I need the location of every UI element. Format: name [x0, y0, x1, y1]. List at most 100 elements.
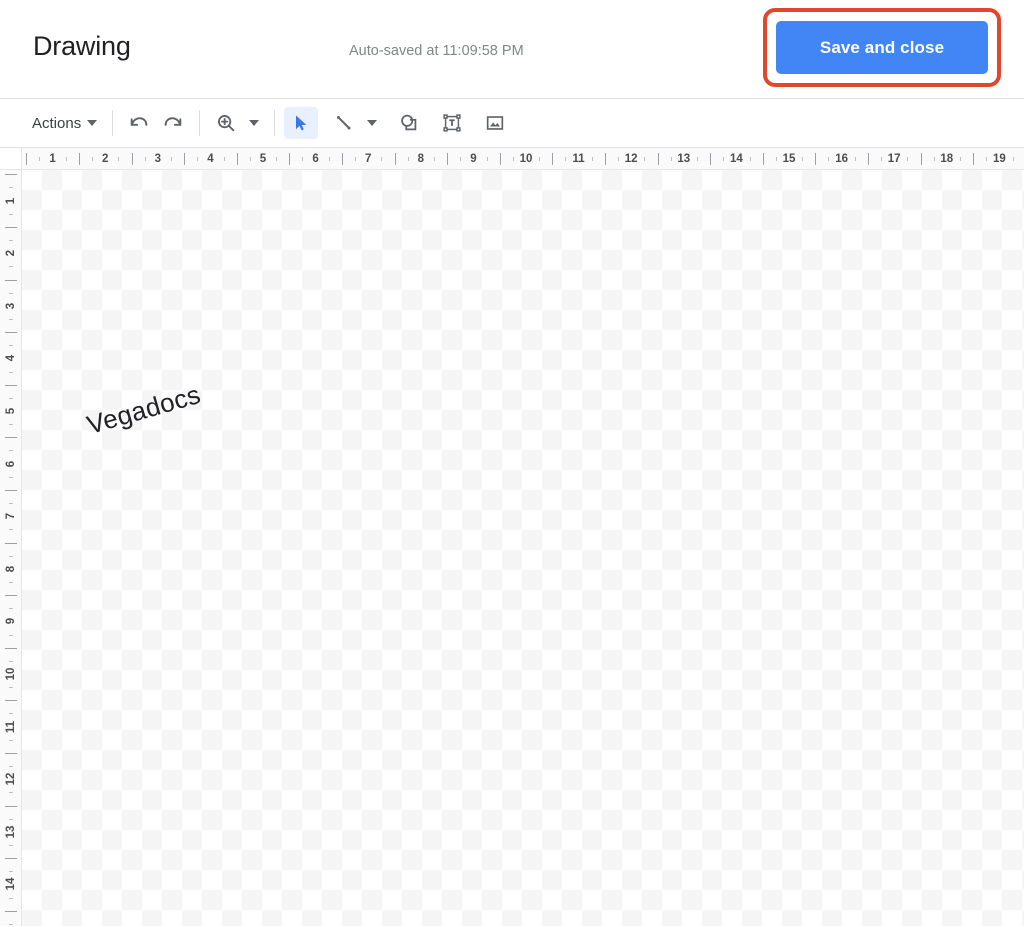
ruler-v-major-tick: [5, 174, 17, 176]
ruler-h-major-tick: [131, 153, 133, 165]
ruler-h-minor-tick: [355, 157, 357, 161]
ruler-h-minor-tick: [276, 157, 278, 161]
ruler-h-minor-tick: [565, 157, 567, 161]
ruler-h-label: 9: [470, 153, 477, 165]
ruler-h-minor-tick: [144, 157, 146, 161]
ruler-v-label: 11: [5, 720, 17, 733]
toolbar-divider: [199, 110, 201, 136]
autosave-status: Auto-saved at 11:09:58 PM: [349, 43, 524, 59]
ruler-h-minor-tick: [959, 157, 961, 161]
ruler-v-minor-tick: [9, 792, 13, 794]
ruler-h-label: 10: [519, 153, 533, 165]
ruler-h-label: 2: [101, 153, 109, 165]
ruler-h-major-tick: [815, 153, 817, 165]
ruler-h-major-tick: [973, 153, 975, 165]
ruler-h-minor-tick: [407, 157, 409, 161]
ruler-v-minor-tick: [9, 844, 13, 846]
shape-tool-button[interactable]: [392, 107, 426, 139]
ruler-h-major-tick: [657, 153, 659, 165]
line-tool-button[interactable]: [327, 107, 361, 139]
ruler-h-major-tick: [920, 153, 922, 165]
ruler-h-major-tick: [236, 153, 238, 165]
ruler-v-minor-tick: [9, 897, 13, 899]
ruler-v-minor-tick: [9, 345, 13, 347]
ruler-v-minor-tick: [9, 424, 13, 426]
ruler-h-label: 1: [49, 153, 56, 165]
ruler-v-minor-tick: [9, 371, 13, 373]
app-header: Drawing Auto-saved at 11:09:58 PM Save a…: [0, 0, 1024, 99]
select-tool-button[interactable]: [284, 107, 319, 139]
redo-button[interactable]: [156, 107, 190, 139]
ruler-h-label: 19: [992, 153, 1006, 165]
horizontal-ruler[interactable]: 1 2 3 4 5 6 7 8 9 10 11 12 13 14 15 16 17 18 19: [22, 148, 1024, 170]
image-icon: [487, 116, 504, 130]
ruler-v-minor-tick: [9, 213, 13, 215]
ruler-v-major-tick: [5, 279, 17, 281]
ruler-h-label: 15: [782, 153, 796, 165]
chevron-down-icon: [249, 120, 260, 126]
ruler-h-label: 12: [624, 153, 638, 165]
ruler-h-minor-tick: [828, 157, 830, 161]
ruler-v-minor-tick: [9, 450, 13, 452]
image-tool-button[interactable]: [478, 107, 512, 139]
ruler-h-major-tick: [289, 153, 291, 165]
chevron-down-icon: [87, 120, 98, 126]
page-title: Drawing: [33, 31, 131, 61]
save-and-close-button[interactable]: Save and close: [776, 21, 988, 74]
ruler-v-minor-tick: [9, 660, 13, 662]
ruler-v-label: 5: [5, 407, 17, 415]
ruler-h-minor-tick: [802, 157, 804, 161]
undo-button[interactable]: [122, 107, 156, 139]
ruler-h-minor-tick: [881, 157, 883, 161]
ruler-v-minor-tick: [9, 871, 13, 873]
vertical-ruler[interactable]: 1 2 3 4 5 6 7 8 9 10 11 12 13 14: [0, 170, 22, 926]
ruler-h-minor-tick: [670, 157, 672, 161]
ruler-h-minor-tick: [328, 157, 330, 161]
actions-menu-label: Actions: [32, 114, 82, 132]
ruler-v-label: 12: [5, 772, 17, 786]
save-and-close-container: Save and close: [776, 21, 988, 74]
ruler-v-major-tick: [5, 595, 17, 597]
redo-icon: [164, 117, 182, 126]
ruler-h-minor-tick: [1012, 157, 1014, 161]
ruler-h-minor-tick: [907, 157, 909, 161]
ruler-h-minor-tick: [486, 157, 488, 161]
zoom-tool-button[interactable]: [209, 107, 243, 139]
ruler-h-minor-tick: [749, 157, 751, 161]
ruler-h-minor-tick: [986, 157, 988, 161]
ruler-v-minor-tick: [9, 397, 13, 399]
ruler-v-label: 4: [5, 355, 17, 362]
drawing-canvas[interactable]: Vegadocs: [22, 170, 1024, 926]
ruler-h-label: 11: [572, 153, 585, 165]
ruler-v-minor-tick: [9, 923, 13, 925]
toolbar-divider: [274, 110, 276, 136]
cursor-arrow-icon: [296, 115, 307, 131]
zoom-dropdown-button[interactable]: [243, 107, 265, 139]
ruler-h-major-tick: [447, 153, 449, 165]
ruler-h-label: 6: [312, 153, 319, 165]
ruler-v-label: 7: [5, 512, 17, 520]
ruler-v-minor-tick: [9, 292, 13, 294]
ruler-h-minor-tick: [460, 157, 462, 161]
line-icon: [337, 116, 351, 130]
line-dropdown-button[interactable]: [361, 107, 383, 139]
text-box-tool-button[interactable]: [435, 107, 469, 139]
ruler-h-minor-tick: [170, 157, 172, 161]
ruler-h-label: 4: [207, 153, 214, 165]
ruler-v-minor-tick: [9, 608, 13, 610]
ruler-h-major-tick: [867, 153, 869, 165]
ruler-h-minor-tick: [644, 157, 646, 161]
ruler-h-minor-tick: [197, 157, 199, 161]
ruler-v-minor-tick: [9, 766, 13, 768]
ruler-h-label: 17: [887, 153, 901, 165]
ruler-v-minor-tick: [9, 581, 13, 583]
ruler-corner: [0, 148, 22, 170]
canvas-text-object[interactable]: Vegadocs: [83, 379, 204, 441]
toolbar-divider: [112, 110, 114, 136]
shape-icon: [401, 114, 417, 131]
ruler-h-minor-tick: [223, 157, 225, 161]
ruler-v-label: 13: [5, 825, 17, 839]
ruler-v-label: 9: [5, 618, 17, 625]
ruler-v-minor-tick: [9, 555, 13, 557]
actions-menu-button[interactable]: Actions: [28, 107, 103, 139]
